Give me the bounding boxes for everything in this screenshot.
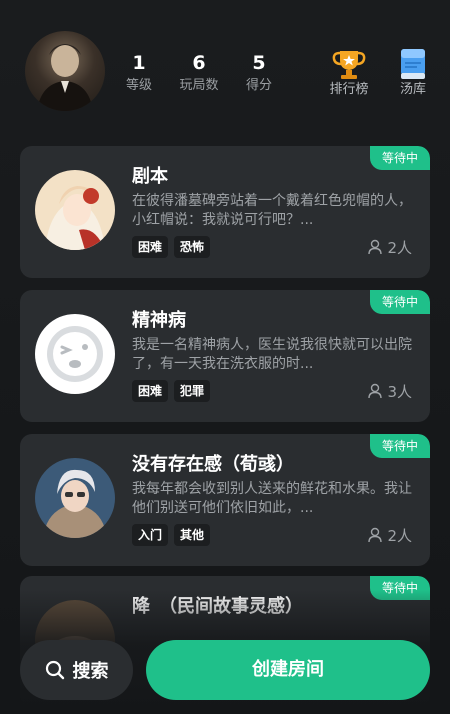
room-title: 精神病 xyxy=(132,310,186,331)
avatar-portrait-icon xyxy=(37,44,93,111)
room-card[interactable]: 等待中 没有存在感（荀彧） 我每年都会收到别人送来的鲜花和水果。我让他们别送可他… xyxy=(20,434,430,566)
search-button[interactable]: 搜索 xyxy=(20,640,133,700)
person-icon xyxy=(368,239,383,255)
room-tags: 困难 犯罪 xyxy=(132,380,211,402)
room-title: 降 （民间故事灵感） xyxy=(132,596,303,617)
player-count-value: 3人 xyxy=(387,382,412,401)
room-tag: 其他 xyxy=(174,524,211,546)
status-badge: 等待中 xyxy=(370,290,430,314)
room-tags: 入门 其他 xyxy=(132,524,211,546)
player-count: 3人 xyxy=(367,380,412,402)
player-count: 2人 xyxy=(367,236,412,258)
ranking-label: 排行榜 xyxy=(329,82,369,97)
room-description: 我是一名精神病人，医生说我很快就可以出院了，有一天我在洗衣服的时... xyxy=(132,337,412,372)
room-tag: 困难 xyxy=(132,380,169,402)
trophy-icon xyxy=(332,48,366,80)
status-badge: 等待中 xyxy=(370,146,430,170)
room-thumbnail xyxy=(35,314,115,394)
player-count: 2人 xyxy=(367,524,412,546)
stat-level-value: 1 xyxy=(132,52,146,74)
library-button[interactable]: 汤库 xyxy=(383,48,443,98)
library-label: 汤库 xyxy=(399,82,426,97)
room-tags: 困难 恐怖 xyxy=(132,236,211,258)
person-icon xyxy=(368,383,383,399)
status-badge: 等待中 xyxy=(370,576,430,600)
stat-score-label: 得分 xyxy=(245,78,272,93)
room-description: 在彼得潘墓碑旁站着一个戴着红色兜帽的人，小红帽说：我就说可行吧？... xyxy=(132,193,412,228)
room-tag: 犯罪 xyxy=(174,380,211,402)
search-label: 搜索 xyxy=(72,661,109,682)
room-card[interactable]: 等待中 精神病 我是一名精神病人，医生说我很快就可以出院了，有一天我在洗衣服的时… xyxy=(20,290,430,422)
stat-level-label: 等级 xyxy=(125,78,152,93)
book-icon xyxy=(396,48,430,80)
room-card[interactable]: 等待中 剧本 在彼得潘墓碑旁站着一个戴着红色兜帽的人，小红帽说：我就说可行吧？.… xyxy=(20,146,430,278)
player-count-value: 2人 xyxy=(387,526,412,545)
room-title: 剧本 xyxy=(132,166,168,187)
stat-score: 5 得分 xyxy=(229,52,289,94)
room-list-screen: 1 等级 6 玩局数 5 得分 排行榜 汤库 等待中 剧本 在彼得潘墓碑旁站着一… xyxy=(0,0,450,714)
user-avatar[interactable] xyxy=(25,31,105,111)
search-icon xyxy=(45,660,64,680)
profile-header: 1 等级 6 玩局数 5 得分 排行榜 汤库 xyxy=(0,0,450,130)
player-count-value: 2人 xyxy=(387,238,412,257)
ranking-button[interactable]: 排行榜 xyxy=(319,48,379,98)
stat-games-label: 玩局数 xyxy=(179,78,219,93)
room-description: 我每年都会收到别人送来的鲜花和水果。我让他们别送可他们依旧如此，... xyxy=(132,481,412,516)
room-tag: 恐怖 xyxy=(174,236,211,258)
stat-games: 6 玩局数 xyxy=(169,52,229,94)
stat-level: 1 等级 xyxy=(109,52,169,94)
status-badge: 等待中 xyxy=(370,434,430,458)
create-room-button[interactable]: 创建房间 xyxy=(146,640,430,700)
room-title: 没有存在感（荀彧） xyxy=(132,454,294,475)
stat-games-value: 6 xyxy=(192,52,206,74)
room-thumbnail xyxy=(35,458,115,538)
person-icon xyxy=(368,527,383,543)
room-tag: 困难 xyxy=(132,236,169,258)
room-tag: 入门 xyxy=(132,524,169,546)
stat-score-value: 5 xyxy=(252,52,266,74)
room-thumbnail xyxy=(35,170,115,250)
